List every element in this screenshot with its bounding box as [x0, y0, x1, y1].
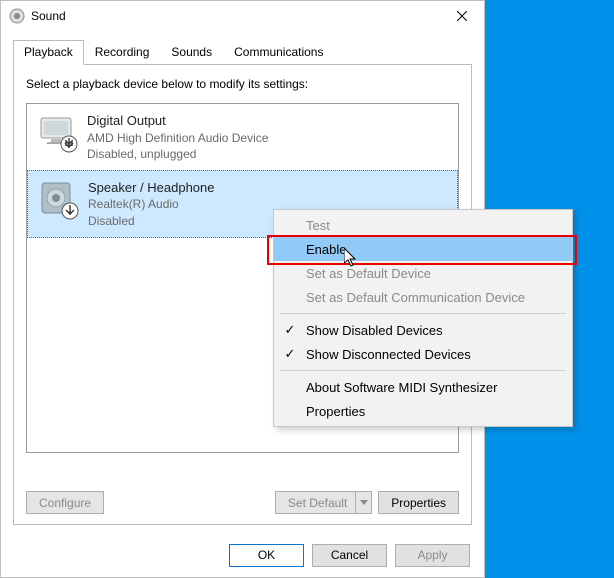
ctx-separator [280, 370, 566, 371]
cancel-button[interactable]: Cancel [312, 544, 387, 567]
set-default-label: Set Default [288, 496, 347, 510]
device-text: Digital Output AMD High Definition Audio… [87, 112, 268, 162]
ctx-separator [280, 313, 566, 314]
device-status: Disabled [88, 213, 214, 229]
ctx-test[interactable]: Test [274, 213, 572, 237]
tab-playback[interactable]: Playback [13, 40, 84, 65]
checkmark-icon: ✓ [282, 346, 298, 362]
ctx-show-disconnected-label: Show Disconnected Devices [306, 347, 471, 362]
device-item-digital-output[interactable]: Digital Output AMD High Definition Audio… [27, 104, 458, 170]
ctx-show-disabled[interactable]: ✓ Show Disabled Devices [274, 318, 572, 342]
ctx-show-disconnected[interactable]: ✓ Show Disconnected Devices [274, 342, 572, 366]
monitor-icon [37, 112, 79, 154]
ctx-about-midi[interactable]: About Software MIDI Synthesizer [274, 375, 572, 399]
device-name: Digital Output [87, 112, 268, 130]
properties-button[interactable]: Properties [378, 491, 459, 514]
ctx-set-default-comm[interactable]: Set as Default Communication Device [274, 285, 572, 309]
device-driver: Realtek(R) Audio [88, 196, 214, 212]
tab-sounds[interactable]: Sounds [160, 40, 223, 65]
sound-icon [9, 8, 25, 24]
set-default-button[interactable]: Set Default [275, 491, 372, 514]
tab-recording[interactable]: Recording [84, 40, 161, 65]
window-title: Sound [31, 9, 66, 23]
close-button[interactable] [439, 1, 484, 30]
device-name: Speaker / Headphone [88, 179, 214, 197]
configure-button[interactable]: Configure [26, 491, 104, 514]
apply-button[interactable]: Apply [395, 544, 470, 567]
ctx-show-disabled-label: Show Disabled Devices [306, 323, 443, 338]
ctx-enable[interactable]: Enable [274, 237, 572, 261]
ok-button[interactable]: OK [229, 544, 304, 567]
titlebar[interactable]: Sound [1, 1, 484, 31]
device-context-menu: Test Enable Set as Default Device Set as… [273, 209, 573, 427]
device-status: Disabled, unplugged [87, 146, 268, 162]
panel-instruction: Select a playback device below to modify… [26, 77, 459, 91]
ctx-properties[interactable]: Properties [274, 399, 572, 423]
ctx-set-default[interactable]: Set as Default Device [274, 261, 572, 285]
device-driver: AMD High Definition Audio Device [87, 130, 268, 146]
panel-buttons: Configure Set Default Properties [26, 491, 459, 514]
tabs: Playback Recording Sounds Communications [13, 39, 472, 65]
close-icon [457, 11, 467, 21]
checkmark-icon: ✓ [282, 322, 298, 338]
chevron-down-icon[interactable] [355, 492, 371, 513]
dialog-footer: OK Cancel Apply [1, 533, 484, 577]
device-text: Speaker / Headphone Realtek(R) Audio Dis… [88, 179, 214, 229]
speaker-icon [38, 179, 80, 221]
tab-communications[interactable]: Communications [223, 40, 334, 65]
